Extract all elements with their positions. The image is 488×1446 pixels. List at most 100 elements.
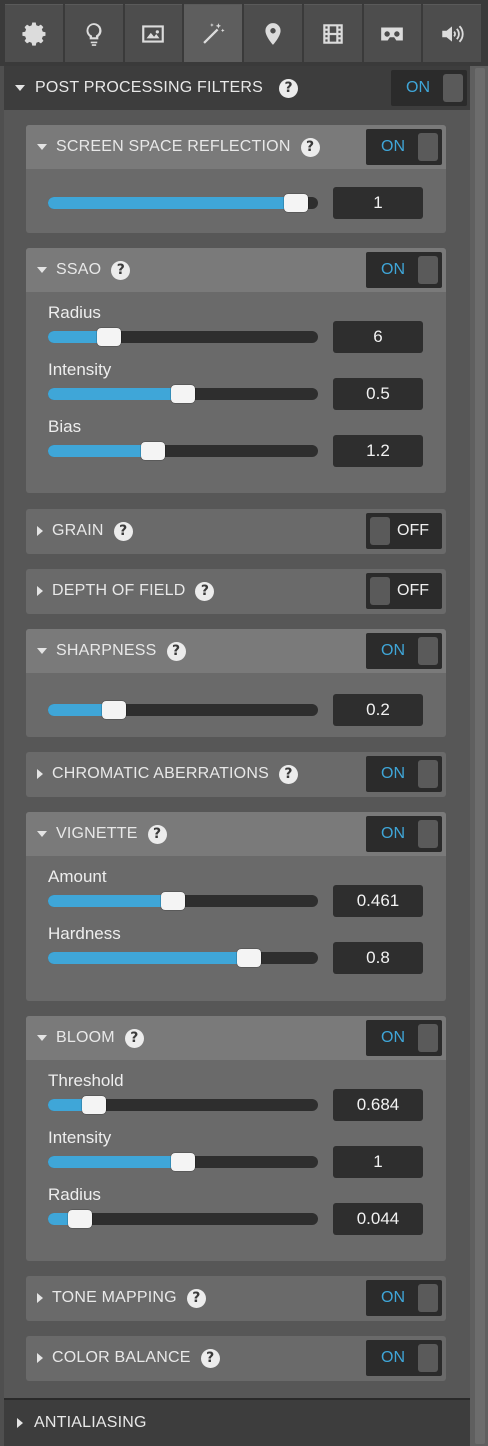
help-icon[interactable]: ? [186,1288,206,1308]
help-icon[interactable]: ? [111,260,131,280]
lighting-tab[interactable] [64,4,123,62]
radius-slider[interactable] [48,328,318,346]
intensity-value-input[interactable]: 1 [333,1146,423,1178]
ssao-toggle[interactable]: ON [366,252,442,288]
post-processing-toggle[interactable]: ON [391,70,467,106]
help-icon[interactable]: ? [147,824,167,844]
slider-thumb[interactable] [67,1210,92,1228]
toggle-label: ON [381,1029,405,1046]
color-balance-section: COLOR BALANCE? ON [26,1336,446,1381]
threshold-slider[interactable] [48,1096,318,1114]
amount-label: Amount [48,867,107,886]
slider-thumb[interactable] [141,442,166,460]
settings-tab[interactable] [5,4,63,62]
depth-of-field-header[interactable]: DEPTH OF FIELD? OFF [26,569,446,613]
grain-header[interactable]: GRAIN? OFF [26,509,446,553]
intensity-value-input[interactable]: 0.5 [333,378,423,410]
collapse-icon [15,85,25,91]
sharpness-toggle[interactable]: ON [366,633,442,669]
radius-value-input[interactable]: 0.044 [333,1203,423,1235]
bloom-toggle[interactable]: ON [366,1020,442,1056]
help-icon[interactable]: ? [300,137,320,157]
screen-space-reflection-slider[interactable] [48,194,318,212]
slider-thumb[interactable] [171,385,195,403]
help-icon[interactable]: ? [279,78,299,98]
help-icon[interactable]: ? [166,641,186,661]
sharpness-slider[interactable] [48,701,318,719]
radius-value-input[interactable]: 6 [333,321,423,353]
collapse-icon [37,144,47,150]
amount-slider[interactable] [48,892,318,910]
slider-thumb[interactable] [161,892,186,910]
tone-mapping-toggle[interactable]: ON [366,1280,442,1316]
toggle-label: OFF [397,582,429,599]
radius-slider[interactable] [48,1210,318,1228]
scrollbar[interactable] [470,66,488,1446]
sound-tab[interactable] [423,4,481,62]
vignette-toggle[interactable]: ON [366,816,442,852]
bias-slider[interactable] [48,442,318,460]
color-balance-header[interactable]: COLOR BALANCE? ON [26,1336,446,1380]
toggle-knob [418,637,438,665]
amount-value-input[interactable]: 0.461 [333,885,423,917]
post-processing-header[interactable]: POST PROCESSING FILTERS ? ON [4,66,470,110]
scrollbar-thumb[interactable] [475,68,485,1444]
slider-thumb[interactable] [97,328,122,346]
slider-fill [48,952,250,964]
screen-space-reflection-toggle[interactable]: ON [366,129,442,165]
intensity-label: Intensity [48,360,112,379]
vr-tab[interactable] [363,4,422,62]
slider-thumb[interactable] [82,1096,107,1114]
hardness-value-input[interactable]: 0.8 [333,942,423,974]
bias-value-input[interactable]: 1.2 [333,435,423,467]
sharpness-value-input[interactable]: 0.2 [333,694,423,726]
grain-toggle[interactable]: OFF [366,513,442,549]
slider-thumb[interactable] [171,1153,195,1171]
film-icon [322,23,343,44]
slider-thumb[interactable] [237,949,262,967]
depth-of-field-title: DEPTH OF FIELD [52,582,186,599]
annotations-tab[interactable] [244,4,302,62]
intensity-slider[interactable] [48,385,318,403]
help-icon[interactable]: ? [113,521,133,541]
help-icon[interactable]: ? [195,581,215,601]
help-icon[interactable]: ? [124,1028,144,1048]
vignette-section: VIGNETTE? ON Amount 0.461 Hardness 0.8 [26,812,446,1001]
chromatic-aberrations-header[interactable]: CHROMATIC ABERRATIONS? ON [26,752,446,796]
threshold-value-input[interactable]: 0.684 [333,1089,423,1121]
radius-label: Radius [48,1185,101,1204]
post-processing-tab[interactable] [184,4,242,62]
color-balance-title: COLOR BALANCE [52,1349,191,1366]
screen-space-reflection-value-input[interactable]: 1 [333,187,423,219]
slider-fill [48,445,154,457]
slider-thumb[interactable] [102,701,127,719]
vr-headset-icon [381,27,404,40]
antialiasing-header[interactable]: ANTIALIASING [4,1398,470,1446]
vignette-header[interactable]: VIGNETTE? ON [26,812,446,856]
radius-label: Radius [48,303,101,322]
intensity-slider[interactable] [48,1153,318,1171]
color-balance-toggle[interactable]: ON [366,1340,442,1376]
antialiasing-title: ANTIALIASING [34,1414,147,1431]
depth-of-field-toggle[interactable]: OFF [366,573,442,609]
toggle-knob [418,1024,438,1052]
help-icon[interactable]: ? [278,764,298,784]
chromatic-aberrations-toggle[interactable]: ON [366,756,442,792]
screen-space-reflection-header[interactable]: SCREEN SPACE REFLECTION? ON [26,125,446,169]
tone-mapping-header[interactable]: TONE MAPPING? ON [26,1276,446,1320]
threshold-label: Threshold [48,1071,124,1090]
slider-thumb[interactable] [284,194,309,212]
toggle-label: ON [381,138,405,155]
grain-title: GRAIN [52,522,104,539]
animation-tab[interactable] [303,4,362,62]
sharpness-header[interactable]: SHARPNESS? ON [26,629,446,673]
bias-label: Bias [48,417,82,436]
toggle-label: ON [381,1289,405,1306]
background-tab[interactable] [124,4,183,62]
toggle-knob [370,517,390,545]
bloom-header[interactable]: BLOOM? ON [26,1016,446,1060]
hardness-slider[interactable] [48,949,318,967]
help-icon[interactable]: ? [200,1348,220,1368]
ssao-header[interactable]: SSAO? ON [26,248,446,292]
toggle-knob [418,760,438,788]
